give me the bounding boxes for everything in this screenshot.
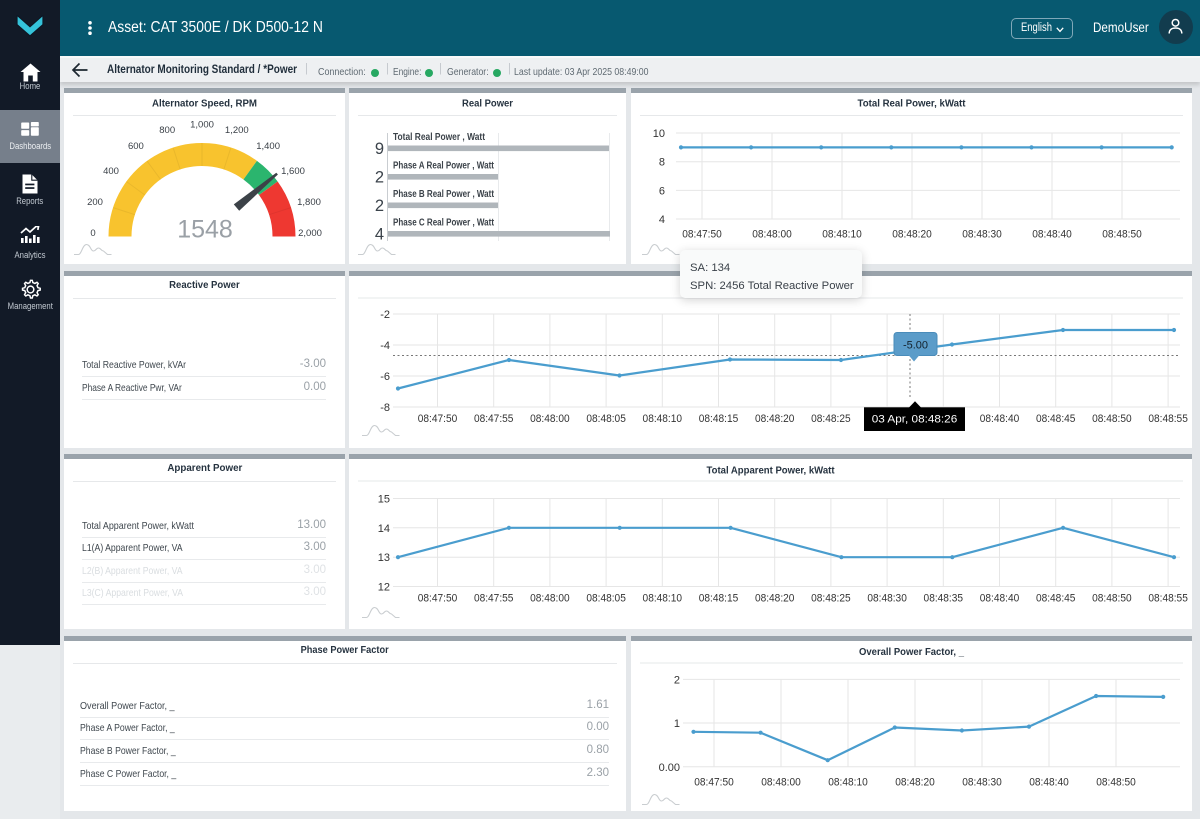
svg-text:08:48:05: 08:48:05 (586, 413, 626, 425)
svg-text:800: 800 (159, 125, 175, 136)
svg-text:Phase B Real Power , Watt: Phase B Real Power , Watt (393, 189, 494, 200)
svg-text:4: 4 (659, 214, 665, 226)
svg-text:8: 8 (659, 157, 665, 169)
svg-text:4: 4 (375, 226, 384, 244)
svg-text:2: 2 (375, 197, 384, 215)
svg-text:200: 200 (87, 197, 103, 208)
svg-text:08:48:50: 08:48:50 (1096, 777, 1136, 789)
svg-text:0: 0 (90, 228, 95, 239)
svg-text:400: 400 (103, 166, 119, 177)
svg-text:Total Real Power, kWatt: Total Real Power, kWatt (858, 98, 966, 109)
svg-text:-6: -6 (380, 371, 390, 383)
svg-text:08:48:10: 08:48:10 (643, 592, 683, 604)
svg-text:08:48:45: 08:48:45 (1036, 592, 1076, 604)
svg-text:08:48:45: 08:48:45 (1036, 413, 1076, 425)
svg-text:08:48:50: 08:48:50 (1102, 229, 1142, 241)
svg-text:08:47:50: 08:47:50 (418, 413, 458, 425)
svg-text:600: 600 (128, 141, 144, 152)
svg-text:Phase A Real Power , Watt: Phase A Real Power , Watt (393, 161, 494, 172)
svg-text:2,000: 2,000 (298, 228, 322, 239)
svg-text:08:47:55: 08:47:55 (474, 592, 514, 604)
svg-text:08:48:50: 08:48:50 (1092, 413, 1132, 425)
svg-text:08:48:10: 08:48:10 (643, 413, 683, 425)
svg-text:08:48:40: 08:48:40 (1029, 777, 1069, 789)
svg-text:Overall Power Factor, _: Overall Power Factor, _ (859, 647, 964, 658)
svg-text:Real Power: Real Power (462, 98, 513, 109)
svg-text:13: 13 (378, 552, 390, 564)
svg-text:1,800: 1,800 (297, 197, 321, 208)
svg-text:2: 2 (375, 169, 384, 187)
svg-text:10: 10 (653, 128, 665, 140)
svg-text:03 Apr, 08:48:26: 03 Apr, 08:48:26 (872, 413, 958, 425)
svg-text:Total Real Power , Watt: Total Real Power , Watt (393, 132, 485, 143)
svg-text:9: 9 (375, 140, 384, 158)
svg-text:-4: -4 (380, 340, 390, 352)
svg-text:08:48:30: 08:48:30 (962, 229, 1002, 241)
svg-text:Phase C Real Power , Watt: Phase C Real Power , Watt (393, 218, 494, 229)
svg-text:08:48:00: 08:48:00 (530, 413, 570, 425)
svg-text:1,600: 1,600 (281, 166, 305, 177)
svg-text:08:48:20: 08:48:20 (892, 229, 932, 241)
svg-text:Total Apparent Power, kWatt: Total Apparent Power, kWatt (707, 466, 835, 477)
svg-text:08:48:40: 08:48:40 (980, 413, 1020, 425)
svg-text:08:48:20: 08:48:20 (895, 777, 935, 789)
svg-text:Alternator Speed, RPM: Alternator Speed, RPM (152, 98, 257, 109)
svg-text:08:47:50: 08:47:50 (694, 777, 734, 789)
svg-text:12: 12 (378, 582, 390, 594)
svg-text:14: 14 (378, 523, 390, 535)
svg-text:08:48:30: 08:48:30 (867, 592, 907, 604)
svg-text:08:48:55: 08:48:55 (1148, 592, 1188, 604)
svg-text:08:48:50: 08:48:50 (1092, 592, 1132, 604)
svg-text:08:48:35: 08:48:35 (924, 592, 964, 604)
svg-text:08:48:30: 08:48:30 (962, 777, 1002, 789)
svg-text:08:48:40: 08:48:40 (1032, 229, 1072, 241)
svg-text:6: 6 (659, 185, 665, 197)
svg-text:-5.00: -5.00 (903, 340, 928, 352)
svg-text:1,000: 1,000 (190, 119, 214, 130)
svg-text:0.00: 0.00 (659, 762, 680, 774)
svg-text:08:47:50: 08:47:50 (418, 592, 458, 604)
svg-text:1: 1 (674, 718, 680, 730)
svg-text:08:47:50: 08:47:50 (682, 229, 722, 241)
svg-text:1548: 1548 (177, 216, 233, 244)
svg-text:08:48:15: 08:48:15 (699, 592, 739, 604)
svg-text:08:48:15: 08:48:15 (699, 413, 739, 425)
svg-text:-8: -8 (380, 402, 390, 414)
svg-text:08:47:55: 08:47:55 (474, 413, 514, 425)
svg-text:08:48:00: 08:48:00 (752, 229, 792, 241)
svg-text:08:48:00: 08:48:00 (761, 777, 801, 789)
svg-text:08:48:10: 08:48:10 (822, 229, 862, 241)
svg-text:08:48:00: 08:48:00 (530, 592, 570, 604)
svg-text:1,400: 1,400 (256, 141, 280, 152)
svg-text:08:48:55: 08:48:55 (1148, 413, 1188, 425)
svg-text:15: 15 (378, 494, 390, 506)
svg-text:08:48:20: 08:48:20 (755, 413, 795, 425)
svg-text:08:48:25: 08:48:25 (811, 413, 851, 425)
svg-text:2: 2 (674, 674, 680, 686)
svg-text:-2: -2 (380, 309, 390, 321)
svg-text:08:48:25: 08:48:25 (811, 592, 851, 604)
svg-text:08:48:40: 08:48:40 (980, 592, 1020, 604)
svg-text:08:48:20: 08:48:20 (755, 592, 795, 604)
svg-text:08:48:05: 08:48:05 (586, 592, 626, 604)
svg-text:08:48:10: 08:48:10 (828, 777, 868, 789)
svg-text:1,200: 1,200 (225, 125, 249, 136)
